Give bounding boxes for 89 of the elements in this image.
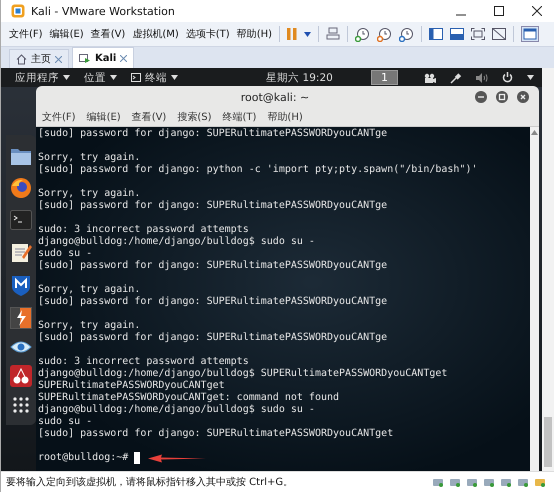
text-editor-icon[interactable] xyxy=(10,241,32,264)
eye-icon[interactable] xyxy=(10,340,32,354)
sidebar-icon[interactable] xyxy=(429,28,444,40)
device-icon[interactable] xyxy=(466,476,478,488)
terminal-line: Sorry, try again. xyxy=(38,152,140,164)
caret-icon[interactable] xyxy=(304,32,312,36)
menu-item[interactable]: 虚拟机(M) xyxy=(132,27,179,41)
app-grid-icon[interactable] xyxy=(13,397,29,414)
terminal-title: root@kali: ~ xyxy=(240,90,310,104)
caret-icon xyxy=(63,75,70,80)
terminal-line: SUPERultimatePASSWORDyouCANTget: command not found xyxy=(38,392,340,404)
menu-item[interactable]: 搜索(S) xyxy=(177,110,212,124)
terminal-line: SUPERultimatePASSWORDyouCANTget xyxy=(38,380,225,392)
shield-icon[interactable] xyxy=(11,274,31,296)
vm-tab[interactable]: Kali xyxy=(72,47,134,68)
status-text: 要将输入定向到该虚拟机，请将鼠标指针移入其中或按 Ctrl+G。 xyxy=(6,476,294,489)
app-icon xyxy=(11,4,25,18)
clock-icon[interactable] xyxy=(399,26,414,42)
device-icon[interactable] xyxy=(449,476,461,488)
device-icon[interactable] xyxy=(534,476,546,488)
terminal-line: [sudo] password for django: SUPERultimatePASSWORDyouCANTge xyxy=(38,332,388,344)
menu-item[interactable]: 帮助(H) xyxy=(267,110,303,124)
terminal-line: [sudo] password for django: SUPERultimatePASSWORDyouCANTge xyxy=(38,260,388,272)
unity-icon[interactable] xyxy=(492,28,506,40)
caret-icon xyxy=(171,75,178,80)
cherry-icon[interactable] xyxy=(10,364,32,387)
lightning-icon[interactable] xyxy=(10,306,32,329)
vm-icon xyxy=(79,52,91,64)
scrollbar[interactable] xyxy=(542,68,554,471)
folder-icon[interactable] xyxy=(10,146,32,166)
plug-icon[interactable] xyxy=(450,72,462,84)
camera-icon[interactable] xyxy=(424,72,436,82)
terminal-line: Sorry, try again. xyxy=(38,284,140,296)
menu-item[interactable]: 选项卡(T) xyxy=(186,27,230,41)
places-menu[interactable]: 位置 xyxy=(84,70,117,84)
power-icon[interactable] xyxy=(502,72,514,83)
terminal-line: sudo: 3 incorrect password attempts xyxy=(38,356,249,368)
view-icon[interactable] xyxy=(521,26,540,42)
minimize-icon[interactable] xyxy=(475,91,488,103)
terminal-line: [sudo] password for django: python -c 'import pty;pty.spawn("/bin/bash")' xyxy=(38,164,478,176)
caret-icon[interactable] xyxy=(527,75,534,80)
shell-prompt: root@bulldog:~# xyxy=(38,452,128,464)
terminal-line: django@bulldog:/home/django/bulldog$ SUPERultimatePASSWORDyouCANTget xyxy=(38,368,448,380)
terminal-menu[interactable]: 终端 xyxy=(131,70,178,84)
terminal-line: [sudo] password for django: SUPERultimatePASSWORDyouCANTge xyxy=(38,296,388,308)
applications-menu[interactable]: 应用程序 xyxy=(15,70,70,84)
close-icon[interactable] xyxy=(517,91,530,103)
terminal-icon[interactable] xyxy=(10,210,32,230)
terminal-line: Sorry, try again. xyxy=(38,188,140,200)
terminal-line: sudo su - xyxy=(38,416,92,428)
menu-item[interactable]: 文件(F) xyxy=(42,110,76,124)
scrollbar[interactable] xyxy=(530,127,539,471)
device-icon[interactable] xyxy=(432,476,444,488)
browser-icon[interactable] xyxy=(10,177,32,200)
menu-item[interactable]: 终端(T) xyxy=(222,110,256,124)
scroll-up-icon[interactable] xyxy=(531,130,538,135)
terminal-line: [sudo] password for django: SUPERultimatePASSWORDyouCANTget xyxy=(38,428,394,440)
terminal-line: django@bulldog:/home/django/bulldog$ sudo su - xyxy=(38,404,315,416)
console-icon[interactable] xyxy=(450,28,464,40)
volume-icon[interactable] xyxy=(476,72,488,82)
clock-icon[interactable] xyxy=(355,26,370,42)
clock[interactable]: 星期六 19:20 xyxy=(266,70,333,84)
terminal-line: [sudo] password for django: SUPERultimatePASSWORDyouCANTge xyxy=(38,200,388,212)
menu-item[interactable]: 查看(V) xyxy=(90,27,126,41)
home-icon xyxy=(16,54,27,64)
terminal-icon xyxy=(131,73,141,82)
menu-item[interactable]: 文件(F) xyxy=(9,27,43,41)
fullscreen-icon[interactable] xyxy=(471,28,486,40)
menu-item[interactable]: 编辑(E) xyxy=(86,110,121,124)
vm-tab[interactable]: 主页 xyxy=(9,49,69,68)
menu-item[interactable]: 查看(V) xyxy=(132,110,166,124)
caret-icon xyxy=(110,75,117,80)
device-icon[interactable] xyxy=(517,476,529,488)
maximize-icon[interactable] xyxy=(496,91,508,103)
clock-icon[interactable] xyxy=(377,26,392,42)
device-icon[interactable] xyxy=(483,476,495,488)
text-cursor xyxy=(134,452,140,464)
terminal-line: Sorry, try again. xyxy=(38,320,140,332)
device-icon[interactable] xyxy=(500,476,512,488)
terminal-line: sudo su - xyxy=(38,248,92,260)
workspace-indicator[interactable]: 1 xyxy=(371,70,398,85)
terminal-line: django@bulldog:/home/django/bulldog$ sudo su - xyxy=(38,236,315,248)
maximize-icon[interactable] xyxy=(494,6,504,16)
window-title: Kali - VMware Workstation xyxy=(31,4,175,18)
close-icon[interactable] xyxy=(532,6,542,16)
terminal-line: [sudo] password for django: SUPERultimatePASSWORDyouCANTge xyxy=(38,128,388,140)
menu-item[interactable]: 编辑(E) xyxy=(50,27,84,41)
menu-item[interactable]: 帮助(H) xyxy=(236,27,272,41)
terminal-line: sudo: 3 incorrect password attempts xyxy=(38,224,249,236)
